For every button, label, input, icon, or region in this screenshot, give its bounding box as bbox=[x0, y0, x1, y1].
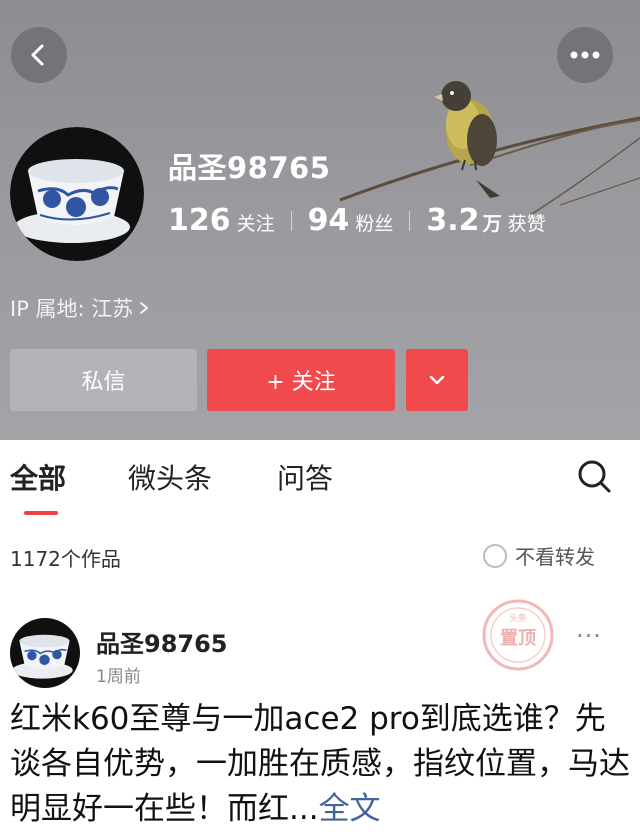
following-label[interactable]: 关注 bbox=[237, 209, 275, 236]
stat-divider bbox=[409, 210, 411, 231]
stat-divider bbox=[290, 210, 292, 231]
radio-button-icon[interactable] bbox=[483, 543, 507, 568]
works-count: 1172个作品 bbox=[10, 547, 121, 571]
tab-weitoutiao[interactable]: 微头条 bbox=[128, 457, 212, 497]
pinned-stamp-icon: 头条 置顶 bbox=[482, 599, 554, 671]
likes-count: 3.2 bbox=[426, 203, 480, 238]
post-more-button[interactable]: ··· bbox=[576, 622, 602, 650]
chevron-right-icon bbox=[140, 302, 149, 314]
porcelain-teacup-avatar bbox=[10, 618, 80, 688]
post-author[interactable]: 品圣98765 bbox=[96, 624, 228, 659]
porcelain-teacup-avatar bbox=[10, 127, 144, 261]
stamp-small-text: 头条 bbox=[509, 612, 527, 624]
more-button[interactable] bbox=[557, 27, 613, 83]
ip-location[interactable]: IP 属地: 江苏 bbox=[10, 293, 151, 323]
chevron-left-icon bbox=[31, 44, 44, 66]
profile-stats: 126 关注 94 粉丝 3.2 万 获赞 bbox=[168, 203, 546, 238]
hide-reposts-label: 不看转发 bbox=[515, 545, 595, 569]
more-dots-icon bbox=[570, 51, 600, 59]
chevron-down-icon bbox=[429, 375, 445, 385]
stamp-text: 置顶 bbox=[500, 628, 536, 649]
tab-qa[interactable]: 问答 bbox=[277, 457, 333, 497]
hide-reposts-toggle[interactable]: 不看转发 bbox=[483, 541, 595, 570]
followers-count[interactable]: 94 bbox=[308, 203, 350, 238]
likes-unit: 万 bbox=[482, 213, 502, 235]
followers-label[interactable]: 粉丝 bbox=[355, 209, 393, 236]
active-tab-indicator bbox=[24, 511, 58, 515]
search-icon bbox=[578, 460, 611, 493]
avatar[interactable] bbox=[10, 127, 144, 261]
follow-button[interactable]: + 关注 bbox=[207, 349, 395, 411]
post-content[interactable]: 红米k60至尊与一加ace2 pro到底选谁？先谈各自优势，一加胜在质感，指纹位… bbox=[10, 697, 630, 832]
message-button[interactable]: 私信 bbox=[10, 349, 197, 411]
following-count[interactable]: 126 bbox=[168, 203, 231, 238]
post-avatar[interactable] bbox=[10, 618, 80, 688]
profile-username: 品圣98765 bbox=[168, 151, 331, 185]
post-time: 1周前 bbox=[96, 667, 141, 687]
search-button[interactable] bbox=[574, 456, 614, 496]
likes-label: 获赞 bbox=[507, 213, 546, 235]
tab-all[interactable]: 全部 bbox=[10, 457, 66, 497]
full-text-link[interactable]: 全文 bbox=[319, 791, 381, 827]
ip-location-text: IP 属地: 江苏 bbox=[10, 297, 134, 321]
profile-header: 品圣98765 126 关注 94 粉丝 3.2 万 获赞 IP 属地: 江苏 … bbox=[0, 0, 640, 440]
back-button[interactable] bbox=[11, 27, 67, 83]
follow-dropdown-button[interactable] bbox=[406, 349, 468, 411]
